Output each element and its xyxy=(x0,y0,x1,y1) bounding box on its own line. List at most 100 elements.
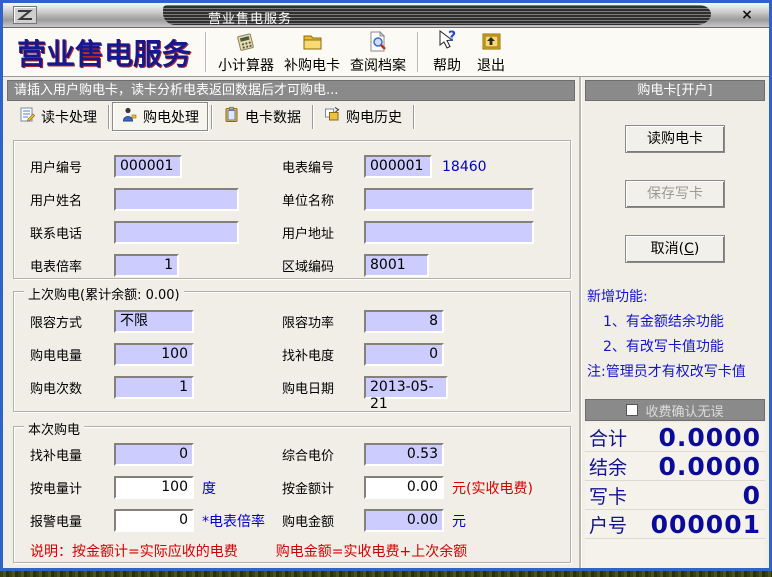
close-button[interactable]: × xyxy=(737,6,757,24)
toolbar-separator xyxy=(417,32,419,72)
calculator-icon xyxy=(234,28,258,58)
toolbar: 营业售电服务 小计算器 补购电卡 xyxy=(3,28,769,77)
account-row: 户号 000001 xyxy=(585,510,765,539)
tab-separator xyxy=(413,105,414,129)
balance-value: 0.0000 xyxy=(627,452,761,481)
alarm-qty-label: 报警电量 xyxy=(30,511,114,530)
by-amount-input[interactable]: 0.00 xyxy=(364,476,444,499)
energy-field: 100 xyxy=(114,343,194,366)
meter-reading-value: 18460 xyxy=(442,159,487,175)
adjust-qty-field: 0 xyxy=(114,443,194,466)
app-logo-icon xyxy=(13,6,37,24)
folder-icon xyxy=(300,28,324,58)
meter-no-label: 电表编号 xyxy=(282,157,364,176)
limit-mode-field: 不限 xyxy=(114,310,194,333)
purchase-date-label: 购电日期 xyxy=(282,378,364,397)
confirm-bar: 收费确认无误 xyxy=(585,399,765,421)
confirm-checkbox-label: 收费确认无误 xyxy=(645,401,723,420)
meter-rate-field: 1 xyxy=(114,254,179,277)
address-label: 用户地址 xyxy=(282,223,364,242)
tab-separator xyxy=(108,105,109,129)
exit-label: 退出 xyxy=(477,58,505,74)
last-purchase-legend: 上次购电(累计余额: 0.00) xyxy=(24,284,184,303)
tab-history[interactable]: 购电历史 xyxy=(316,103,410,130)
calculator-label: 小计算器 xyxy=(218,58,274,74)
read-purchase-card-button[interactable]: 读购电卡 xyxy=(625,125,725,153)
meter-rate-label: 电表倍率 xyxy=(30,256,114,275)
calculator-button[interactable]: 小计算器 xyxy=(213,29,279,75)
cancel-label-suffix: ) xyxy=(694,241,699,257)
history-icon xyxy=(324,106,341,127)
adjust-qty-label: 找补电量 xyxy=(30,445,114,464)
feature-notes: 新增功能: 1、有金额结余功能 2、有改写卡值功能 注:管理员才有权改写卡值 xyxy=(581,285,769,385)
exit-button[interactable]: 退出 xyxy=(469,29,513,75)
purchase-times-field: 1 xyxy=(114,376,194,399)
totals-panel: 合计 0.0000 结余 0.0000 写卡 0 户号 000001 xyxy=(585,423,765,568)
amount-unit: 元 xyxy=(452,511,466,531)
view-archive-button[interactable]: 查阅档案 xyxy=(345,29,411,75)
person-icon xyxy=(121,106,138,127)
current-purchase-legend: 本次购电 xyxy=(24,419,84,438)
amount-label: 购电金额 xyxy=(282,511,364,530)
unit-name-label: 单位名称 xyxy=(282,190,364,209)
note-2: 2、有改写卡值功能 xyxy=(587,335,763,360)
by-amount-unit: 元(实收电费) xyxy=(452,478,533,498)
adjust-degree-field: 0 xyxy=(364,343,444,366)
energy-label: 购电电量 xyxy=(30,345,114,364)
search-document-icon xyxy=(366,28,390,58)
meter-no-field: 000001 xyxy=(364,155,432,178)
account-value: 000001 xyxy=(627,510,761,539)
area-code-field: 8001 xyxy=(364,254,429,277)
user-name-label: 用户姓名 xyxy=(30,190,114,209)
tab-read-card-label: 读卡处理 xyxy=(41,107,97,127)
phone-field xyxy=(114,221,239,244)
main-panel: 请插入用户购电卡，读卡分析电表返回数据后才可购电... 读卡处理 xyxy=(3,77,579,568)
app-window: 营业售电服务 × 营业售电服务 小计算器 xyxy=(0,0,772,571)
cancel-button[interactable]: 取消(C) xyxy=(625,235,725,263)
by-quantity-input[interactable]: 100 xyxy=(114,476,194,499)
note-3: 注:管理员才有权改写卡值 xyxy=(587,360,763,385)
repurchase-card-label: 补购电卡 xyxy=(284,58,340,74)
total-label: 合计 xyxy=(589,424,627,451)
limit-mode-label: 限容方式 xyxy=(30,312,114,331)
tab-purchase[interactable]: 购电处理 xyxy=(112,102,208,131)
help-button[interactable]: ? 帮助 xyxy=(425,29,469,75)
title-bar: 营业售电服务 × xyxy=(3,3,769,28)
price-label: 综合电价 xyxy=(282,445,364,464)
cancel-hotkey: C xyxy=(684,241,694,257)
help-label: 帮助 xyxy=(433,58,461,74)
help-icon: ? xyxy=(435,28,459,58)
limit-power-field: 8 xyxy=(364,310,444,333)
total-row: 合计 0.0000 xyxy=(585,423,765,452)
account-label: 户号 xyxy=(589,511,627,538)
purchase-times-label: 购电次数 xyxy=(30,378,114,397)
last-purchase-group: 上次购电(累计余额: 0.00) 限容方式 不限 限容功率 8 购电电量 100 xyxy=(13,291,571,412)
purchase-date-field: 2013-05-21 xyxy=(364,376,448,399)
by-quantity-unit: 度 xyxy=(202,478,216,498)
confirm-checkbox[interactable] xyxy=(626,404,638,416)
exit-icon xyxy=(479,28,503,58)
tab-card-data-label: 电卡数据 xyxy=(245,107,301,127)
save-write-card-button[interactable]: 保存写卡 xyxy=(625,180,725,208)
user-no-label: 用户编号 xyxy=(30,157,114,176)
cancel-label: 取消( xyxy=(651,241,684,257)
area-code-label: 区域编码 xyxy=(282,256,364,275)
svg-text:?: ? xyxy=(448,29,456,45)
write-card-value: 0 xyxy=(627,481,761,510)
alarm-qty-input[interactable]: 0 xyxy=(114,509,194,532)
action-panel: 购电卡[开户] 读购电卡 保存写卡 取消(C) 新增功能: 1、有金额结余功能 … xyxy=(579,77,769,568)
read-card-icon xyxy=(19,106,36,127)
user-info-group: 用户编号 000001 电表编号 000001 18460 用户姓名 xyxy=(13,140,571,279)
repurchase-card-button[interactable]: 补购电卡 xyxy=(279,29,345,75)
note-right: 购电金额=实收电费+上次余额 xyxy=(276,541,467,561)
unit-name-field xyxy=(364,188,534,211)
note-1: 1、有金额结余功能 xyxy=(587,310,763,335)
alarm-qty-unit: *电表倍率 xyxy=(202,511,265,531)
panel-header: 购电卡[开户] xyxy=(585,80,765,101)
amount-field: 0.00 xyxy=(364,509,444,532)
tab-read-card[interactable]: 读卡处理 xyxy=(11,103,105,130)
toolbar-separator xyxy=(205,32,207,72)
total-value: 0.0000 xyxy=(627,423,761,452)
clipboard-icon xyxy=(223,106,240,127)
tab-card-data[interactable]: 电卡数据 xyxy=(215,103,309,130)
